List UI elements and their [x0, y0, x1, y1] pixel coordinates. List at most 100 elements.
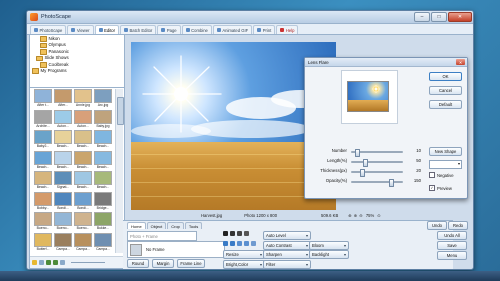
- dialog-preview-image[interactable]: [347, 81, 389, 112]
- thumbnail-item[interactable]: Beach...: [93, 150, 113, 172]
- negative-icon[interactable]: [244, 231, 249, 236]
- thumbnail-item[interactable]: Beach...: [73, 130, 93, 151]
- thumbnail-item[interactable]: After t...: [33, 89, 53, 110]
- undo-all-button[interactable]: Undo All: [437, 231, 467, 240]
- slider-track[interactable]: [351, 181, 403, 183]
- thumbnail-item[interactable]: Butterf...: [33, 232, 53, 254]
- frame-line-button[interactable]: Frame Line: [177, 259, 205, 268]
- rotate-right-icon[interactable]: [230, 241, 235, 246]
- thumbnail-item[interactable]: Beach...: [73, 171, 93, 192]
- tab-help[interactable]: Help: [276, 25, 299, 34]
- default-button[interactable]: Default: [429, 100, 462, 109]
- new-shape-button[interactable]: New Shape: [429, 147, 462, 156]
- folder-tree[interactable]: Nikon Olympus Panasonic Slide Shows Cool…: [30, 35, 124, 88]
- mirror-icon[interactable]: [244, 241, 249, 246]
- thumbnail-item[interactable]: Bondi...: [53, 191, 73, 213]
- thumbnail-item[interactable]: Beach...: [93, 130, 113, 151]
- minimize-button[interactable]: –: [414, 12, 430, 22]
- thumbnail-scrollbar[interactable]: [115, 89, 124, 253]
- tab-animated-gif[interactable]: Animated GIF: [212, 25, 253, 34]
- thumbnail-item[interactable]: Beach...: [33, 150, 53, 172]
- resize-dropdown[interactable]: Resize: [223, 250, 265, 259]
- thumbnail-item[interactable]: Bueno...: [73, 212, 93, 233]
- negative-checkbox[interactable]: Negative: [429, 172, 454, 178]
- thumbnail-item[interactable]: Beach...: [53, 150, 73, 172]
- margin-button[interactable]: Margin: [152, 259, 174, 268]
- tree-node-my-programs[interactable]: My Programs: [32, 68, 122, 74]
- frame-select-area[interactable]: No Frame: [127, 241, 225, 258]
- ok-button[interactable]: OK: [429, 72, 462, 81]
- cancel-button[interactable]: Cancel: [429, 86, 462, 95]
- tab-print[interactable]: Print: [253, 25, 276, 34]
- slider-thumb[interactable]: [359, 168, 365, 177]
- thumbnail-item[interactable]: Beach...: [53, 130, 73, 151]
- close-button[interactable]: ✕: [448, 12, 472, 22]
- zoom-fit-icon[interactable]: ⊕: [348, 213, 352, 218]
- grayscale-icon[interactable]: [237, 231, 242, 236]
- tab-photoscape[interactable]: PhotoScape: [30, 25, 67, 34]
- slider-track[interactable]: [351, 171, 403, 173]
- backlight-dropdown[interactable]: Backlight: [309, 250, 349, 259]
- forward-arrow-icon[interactable]: [53, 260, 58, 265]
- dialog-close-icon[interactable]: ✕: [456, 59, 465, 65]
- bloom-dropdown[interactable]: Bloom: [309, 241, 349, 250]
- filter-dropdown[interactable]: Filter: [263, 260, 311, 269]
- thumbnail-item[interactable]: Bondi...: [73, 191, 93, 213]
- sepia-icon[interactable]: [230, 231, 235, 236]
- save-button[interactable]: Save: [437, 241, 467, 250]
- slider-thumb[interactable]: [362, 158, 368, 167]
- tab-home[interactable]: Home: [127, 222, 146, 229]
- thumbnail-item[interactable]: Campa...: [53, 232, 73, 254]
- tab-page[interactable]: Page: [157, 25, 181, 34]
- straighten-icon[interactable]: [251, 241, 256, 246]
- folder-up-icon[interactable]: [39, 260, 44, 265]
- thumbnail-item[interactable]: Bobby...: [33, 191, 53, 213]
- menu-button[interactable]: Menu: [437, 251, 467, 260]
- thumbnail-item[interactable]: Archite...: [33, 109, 53, 131]
- back-arrow-icon[interactable]: [46, 260, 51, 265]
- view-mode-icon[interactable]: [60, 260, 65, 265]
- slider-track[interactable]: [351, 161, 403, 163]
- rotate-left-icon[interactable]: [223, 241, 228, 246]
- auto-level-dropdown[interactable]: Auto Level: [263, 231, 311, 240]
- thumbnail-item[interactable]: Beach...: [73, 150, 93, 172]
- sharpen-dropdown[interactable]: Sharpen: [263, 250, 311, 259]
- zoom-original-icon[interactable]: ⊙: [377, 213, 381, 218]
- frame-placeholder-field[interactable]: Photo + Frame: [127, 231, 197, 241]
- star-icon[interactable]: [32, 260, 37, 265]
- thumbnail-size-slider[interactable]: [71, 261, 105, 264]
- thumbnail-item[interactable]: Bueno...: [53, 212, 73, 233]
- slider-thumb[interactable]: [388, 178, 394, 187]
- thumbnail-item[interactable]: After...: [53, 89, 73, 110]
- thumbnail-item[interactable]: Bueno...: [33, 212, 53, 233]
- tab-crop[interactable]: Crop: [167, 222, 184, 229]
- redo-button[interactable]: Redo: [448, 221, 468, 230]
- tab-viewer[interactable]: Viewer: [67, 25, 94, 34]
- maximize-button[interactable]: □: [431, 12, 447, 22]
- thumbnail-item[interactable]: Baby2...: [33, 130, 53, 151]
- tab-combine[interactable]: Combine: [181, 25, 212, 34]
- thumbnail-item[interactable]: Bukke...: [93, 212, 113, 233]
- thumbnail-item[interactable]: Signat...: [53, 171, 73, 192]
- tab-object[interactable]: Object: [146, 222, 167, 229]
- thumbnail-item[interactable]: Beach...: [33, 171, 53, 192]
- preview-checkbox[interactable]: ✓ Preview: [429, 185, 452, 191]
- tab-editor[interactable]: Editor: [94, 25, 120, 34]
- thumbnail-item[interactable]: Bridge...: [93, 191, 113, 213]
- black-white-icon[interactable]: [223, 231, 228, 236]
- zoom-in-icon[interactable]: ⊕: [354, 213, 358, 218]
- undo-button[interactable]: Undo: [427, 221, 447, 230]
- flip-icon[interactable]: [237, 241, 242, 246]
- round-button[interactable]: Round: [127, 259, 149, 268]
- thumbnail-item[interactable]: Baby.jpg: [93, 109, 113, 131]
- auto-contrast-dropdown[interactable]: Auto Contrast: [263, 241, 311, 250]
- scrollbar-thumb[interactable]: [117, 97, 124, 125]
- slider-thumb[interactable]: [354, 148, 360, 157]
- tab-tools[interactable]: Tools: [184, 222, 203, 229]
- thumbnail-item[interactable]: Auton...: [73, 109, 93, 131]
- thumbnail-item[interactable]: Annie.jpg: [73, 89, 93, 110]
- thumbnail-item[interactable]: Beach...: [93, 171, 113, 192]
- thumbnail-item[interactable]: Auton...: [53, 109, 73, 131]
- thumbnail-item[interactable]: Campa...: [93, 232, 113, 254]
- thumbnail-item[interactable]: Arc.jpg: [93, 89, 113, 110]
